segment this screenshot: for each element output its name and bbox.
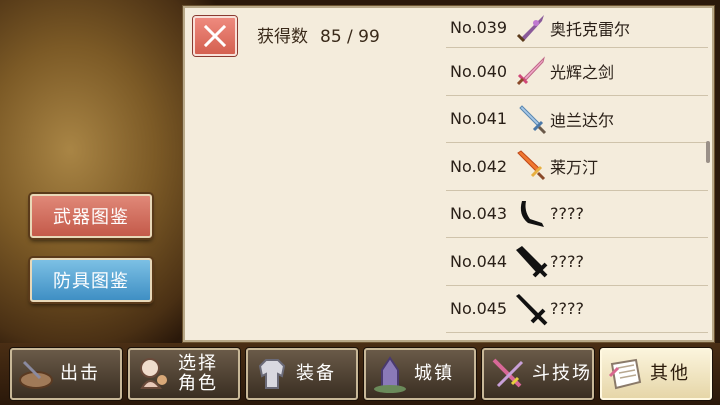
item-number: No.044	[450, 251, 508, 271]
item-number: No.045	[450, 299, 508, 319]
item-name: ????	[550, 299, 584, 319]
acquired-count-value: 85 / 99	[320, 27, 380, 47]
weapon-catalog-button[interactable]: 武器图鉴	[30, 194, 152, 238]
nav-select-character-label: 选择 角色	[178, 354, 218, 394]
nav-town-label: 城镇	[414, 363, 454, 384]
unknown-scimitar-icon	[520, 200, 544, 227]
item-name: 迪兰达尔	[550, 110, 615, 130]
blue-sword-icon	[519, 105, 547, 134]
item-name: 光辉之剑	[550, 63, 615, 83]
nav-other-label: 其他	[650, 363, 690, 384]
list-item[interactable]: No.041 迪兰达尔	[446, 96, 708, 143]
close-button[interactable]	[193, 16, 237, 56]
nav-town-button[interactable]: 城镇	[364, 348, 476, 400]
item-number: No.042	[450, 156, 508, 176]
armor-icon	[258, 359, 286, 389]
acquired-count-label: 获得数	[257, 27, 308, 47]
list-item[interactable]: No.045 ????	[446, 286, 708, 333]
nav-other-button[interactable]: 其他	[600, 348, 712, 400]
weapon-list[interactable]: No.039 奥托克雷尔 No.040 光辉之剑 No.041 迪兰达尔 No.…	[446, 8, 708, 340]
pink-sword-icon	[516, 56, 545, 86]
item-number: No.040	[450, 61, 508, 81]
list-item[interactable]: No.042 莱万汀	[446, 143, 708, 191]
nav-select-line1: 选择	[178, 353, 218, 374]
list-scrollbar[interactable]	[706, 141, 710, 163]
item-number: No.043	[450, 204, 508, 224]
item-name: ????	[550, 251, 584, 271]
list-item[interactable]: No.043 ????	[446, 191, 708, 238]
purple-sword-icon	[516, 14, 544, 42]
item-name: ????	[550, 204, 584, 224]
nav-equip-label: 装备	[296, 363, 336, 384]
armor-catalog-label: 防具图鉴	[53, 271, 129, 292]
character-icon	[140, 358, 167, 389]
weapon-catalog-label: 武器图鉴	[53, 207, 129, 228]
item-name: 奥托克雷尔	[550, 19, 631, 39]
list-item[interactable]: No.040 光辉之剑	[446, 48, 708, 96]
item-number: No.041	[450, 109, 508, 129]
list-item[interactable]: No.044 ????	[446, 238, 708, 286]
unknown-broadsword-icon	[516, 246, 548, 278]
castle-icon	[374, 356, 406, 393]
nav-sortie-label: 出击	[60, 363, 100, 384]
nav-sortie-button[interactable]: 出击	[10, 348, 122, 400]
item-number: No.039	[450, 18, 508, 37]
nav-arena-label: 斗技场	[532, 363, 592, 384]
scroll-icon	[608, 358, 642, 390]
catalog-panel: 获得数 85 / 99 No.039 奥托克雷尔 No.040 光辉之剑 No.0…	[183, 6, 714, 342]
item-name: 莱万汀	[550, 158, 599, 178]
unknown-sword-icon	[516, 293, 548, 326]
nav-equip-button[interactable]: 装备	[246, 348, 358, 400]
acquired-count: 获得数 85 / 99	[257, 22, 392, 47]
ship-icon	[19, 360, 53, 389]
nav-arena-button[interactable]: 斗技场	[482, 348, 594, 400]
flame-sword-icon	[517, 150, 546, 181]
nav-select-character-button[interactable]: 选择 角色	[128, 348, 240, 400]
nav-select-line2: 角色	[178, 373, 218, 394]
crossed-swords-icon	[492, 358, 524, 388]
close-icon	[203, 24, 227, 48]
armor-catalog-button[interactable]: 防具图鉴	[30, 258, 152, 302]
list-item[interactable]: No.039 奥托克雷尔	[446, 8, 708, 48]
